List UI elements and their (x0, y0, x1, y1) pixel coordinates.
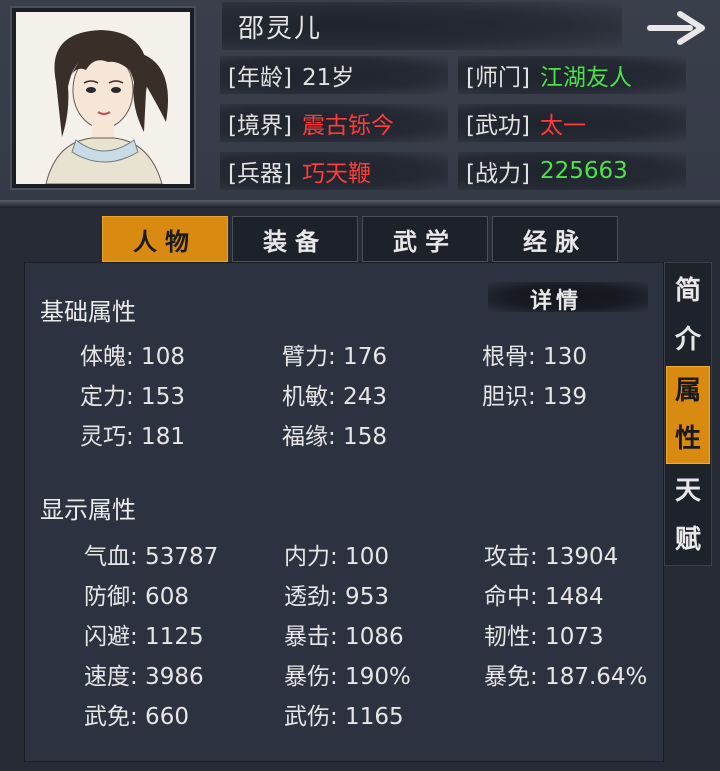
stat-dexterity: 灵巧: 181 (80, 424, 185, 450)
stat-speed: 速度: 3986 (84, 664, 204, 690)
stat-defense: 防御: 608 (84, 584, 189, 610)
character-portrait (16, 12, 190, 184)
detail-button[interactable]: 详情 (530, 283, 582, 315)
info-weapon: [兵器] 巧天鞭 (220, 152, 448, 190)
stat-courage: 胆识: 139 (482, 384, 587, 410)
stat-attack: 攻击: 13904 (484, 544, 619, 570)
stat-martial-damage: 武伤: 1165 (284, 704, 404, 730)
side-tab-attributes[interactable]: 属 性 (666, 366, 710, 464)
stat-constitution: 根骨: 130 (482, 344, 587, 370)
tab-meridians[interactable]: 经脉 (492, 216, 618, 262)
side-tab-intro[interactable]: 简 介 (666, 266, 710, 364)
martial-art-value: 太一 (539, 113, 586, 139)
portrait-frame (10, 6, 196, 190)
arrow-right-icon[interactable] (646, 8, 710, 48)
stat-crit: 暴击: 1086 (284, 624, 404, 650)
stat-composure: 定力: 153 (80, 384, 185, 410)
stat-accuracy: 命中: 1484 (484, 584, 604, 610)
display-attributes-title: 显示属性 (40, 496, 136, 524)
realm-value: 震古铄今 (301, 113, 394, 139)
info-age: [年龄] 21岁 (220, 56, 448, 94)
stat-dodge: 闪避: 1125 (84, 624, 204, 650)
stat-crit-damage: 暴伤: 190% (284, 664, 411, 690)
info-sect: [师门] 江湖友人 (458, 56, 686, 94)
stat-martial-immunity: 武免: 660 (84, 704, 189, 730)
character-header: 邵灵儿 [年龄] 21岁 [师门] 江湖友人 [境界] 震古铄今 [武功] 太一… (0, 0, 720, 205)
age-value: 21岁 (301, 65, 355, 91)
stat-internal-force: 内力: 100 (284, 544, 389, 570)
stat-fortune: 福缘: 158 (282, 424, 387, 450)
tab-equipment[interactable]: 装备 (232, 216, 358, 262)
stat-penetration: 透劲: 953 (284, 584, 389, 610)
info-realm: [境界] 震古铄今 (220, 104, 448, 142)
info-combat-power: [战力] 225663 (458, 152, 686, 190)
info-martial-art: [武功] 太一 (458, 104, 686, 142)
side-tab-talents[interactable]: 天 赋 (666, 466, 710, 564)
sect-value: 江湖友人 (539, 65, 632, 91)
stat-toughness: 韧性: 1073 (484, 624, 604, 650)
stat-physique: 体魄: 108 (80, 344, 185, 370)
character-name: 邵灵儿 (238, 14, 323, 44)
weapon-value: 巧天鞭 (301, 161, 371, 187)
stat-hp: 气血: 53787 (84, 544, 219, 570)
tab-martial-arts[interactable]: 武学 (362, 216, 488, 262)
stat-agility: 机敏: 243 (282, 384, 387, 410)
tab-character[interactable]: 人物 (102, 216, 228, 262)
combat-power-value: 225663 (539, 158, 628, 184)
header-divider (0, 200, 720, 208)
stat-strength: 臂力: 176 (282, 344, 387, 370)
stat-crit-resist: 暴免: 187.64% (484, 664, 648, 690)
basic-attributes-title: 基础属性 (40, 298, 136, 326)
